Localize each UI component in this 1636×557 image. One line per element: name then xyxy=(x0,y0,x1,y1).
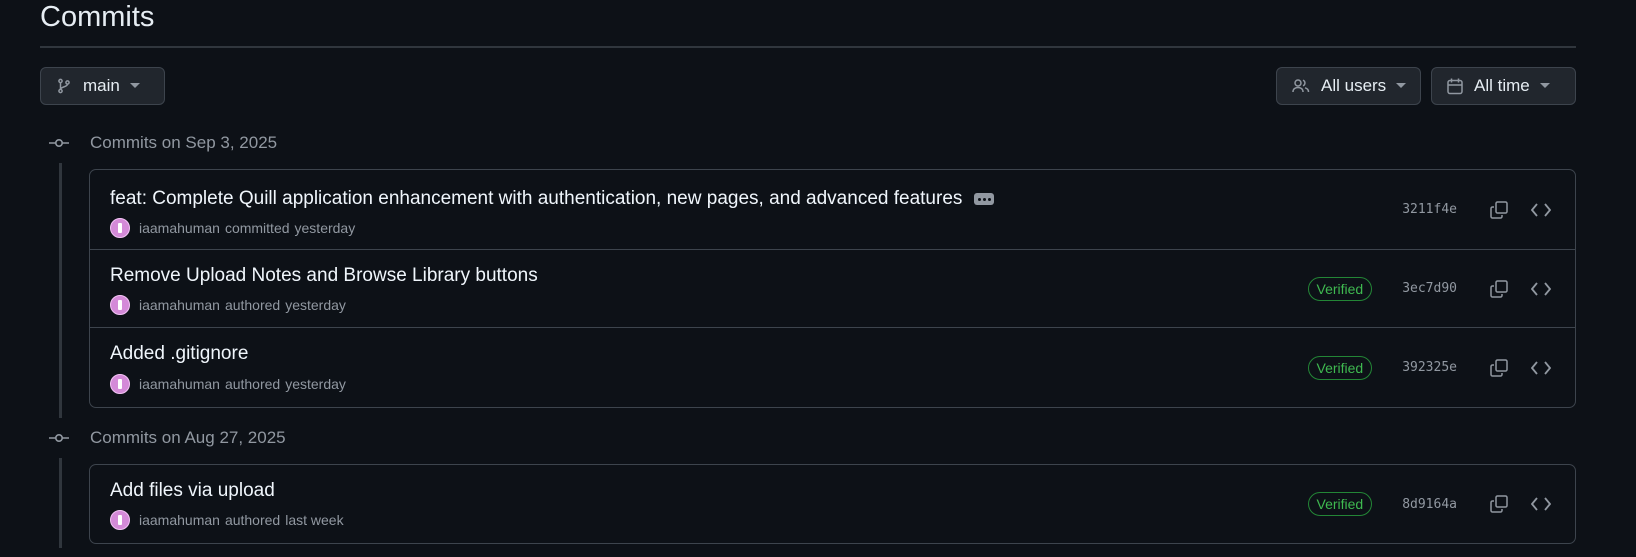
chevron-down-icon xyxy=(129,83,140,89)
commit-list: feat: Complete Quill application enhance… xyxy=(89,169,1576,408)
commit-time: yesterday xyxy=(294,220,356,236)
code-icon[interactable] xyxy=(1525,488,1557,520)
commit-icon xyxy=(49,138,71,148)
page-title: Commits xyxy=(40,1,155,33)
time-filter-button[interactable]: All time xyxy=(1431,67,1576,105)
commit-time: last week xyxy=(285,512,344,528)
git-branch-icon xyxy=(56,78,72,94)
commit-group-date: Commits on Aug 27, 2025 xyxy=(90,428,286,447)
commit-row[interactable]: Added .gitignore iaamahuman authored yes… xyxy=(90,327,1575,407)
commit-author[interactable]: iaamahuman xyxy=(139,512,220,528)
avatar[interactable] xyxy=(110,510,130,530)
commit-message[interactable]: feat: Complete Quill application enhance… xyxy=(110,188,962,210)
commit-message-row: feat: Complete Quill application enhance… xyxy=(110,188,995,210)
commit-sha[interactable]: 3ec7d90 xyxy=(1402,281,1457,296)
people-icon xyxy=(1292,78,1310,94)
commit-actions: Verified 8d9164a xyxy=(1307,465,1558,543)
copy-icon[interactable] xyxy=(1483,194,1515,226)
copy-icon[interactable] xyxy=(1483,488,1515,520)
verified-badge[interactable]: Verified xyxy=(1307,276,1373,301)
users-filter-button[interactable]: All users xyxy=(1276,67,1421,105)
commit-actions: 3211f4e xyxy=(1402,170,1557,249)
commit-group-header: Commits on Sep 3, 2025 xyxy=(49,131,277,155)
commit-author[interactable]: iaamahuman xyxy=(139,376,220,392)
commit-meta: iaamahuman authored yesterday xyxy=(110,374,346,394)
branch-select-button[interactable]: main xyxy=(40,67,165,105)
commit-meta: iaamahuman authored last week xyxy=(110,510,344,530)
commit-action: authored xyxy=(224,297,281,313)
commit-row[interactable]: Remove Upload Notes and Browse Library b… xyxy=(90,249,1575,327)
avatar[interactable] xyxy=(110,218,130,238)
commit-message-row: Add files via upload xyxy=(110,480,275,502)
commit-author[interactable]: iaamahuman xyxy=(139,297,220,313)
commit-time: yesterday xyxy=(285,297,346,313)
code-icon[interactable] xyxy=(1525,352,1557,384)
commit-row[interactable]: feat: Complete Quill application enhance… xyxy=(90,170,1575,249)
commit-time: yesterday xyxy=(285,376,346,392)
commit-message-row: Remove Upload Notes and Browse Library b… xyxy=(110,265,538,287)
commit-row[interactable]: Add files via upload iaamahuman authored… xyxy=(90,465,1575,543)
verified-badge[interactable]: Verified xyxy=(1307,355,1373,380)
code-icon[interactable] xyxy=(1525,273,1557,305)
commit-message[interactable]: Add files via upload xyxy=(110,480,275,502)
avatar[interactable] xyxy=(110,295,130,315)
branch-select-label: main xyxy=(83,76,120,95)
copy-icon[interactable] xyxy=(1483,273,1515,305)
timeline-line xyxy=(59,163,62,418)
commit-meta: iaamahuman committed yesterday xyxy=(110,218,355,238)
commit-sha[interactable]: 3211f4e xyxy=(1402,202,1457,217)
commit-message[interactable]: Added .gitignore xyxy=(110,343,248,365)
commit-sha[interactable]: 8d9164a xyxy=(1402,497,1457,512)
commit-group-header: Commits on Aug 27, 2025 xyxy=(49,426,286,450)
commit-action: authored xyxy=(224,512,281,528)
commit-author[interactable]: iaamahuman xyxy=(139,220,220,236)
calendar-icon xyxy=(1447,78,1463,95)
commit-action: committed xyxy=(224,220,290,236)
commit-list: Add files via upload iaamahuman authored… xyxy=(89,464,1576,544)
commit-message[interactable]: Remove Upload Notes and Browse Library b… xyxy=(110,265,538,287)
code-icon[interactable] xyxy=(1525,194,1557,226)
commit-message-row: Added .gitignore xyxy=(110,343,248,365)
chevron-down-icon xyxy=(1539,83,1550,89)
commit-sha[interactable]: 392325e xyxy=(1402,360,1457,375)
verified-badge[interactable]: Verified xyxy=(1307,492,1373,516)
commit-actions: Verified 392325e xyxy=(1307,328,1558,407)
timeline-line xyxy=(59,458,62,548)
commit-group-date: Commits on Sep 3, 2025 xyxy=(90,133,278,152)
avatar[interactable] xyxy=(110,374,130,394)
title-divider xyxy=(40,46,1576,48)
commit-icon xyxy=(49,433,71,443)
commit-actions: Verified 3ec7d90 xyxy=(1307,250,1558,327)
users-filter-label: All users xyxy=(1321,76,1387,95)
time-filter-label: All time xyxy=(1474,76,1530,95)
commits-page: Commits main All users All time Commits … xyxy=(0,0,1636,557)
commit-action: authored xyxy=(224,376,281,392)
chevron-down-icon xyxy=(1396,83,1407,89)
expand-message-icon[interactable] xyxy=(974,193,995,205)
commit-meta: iaamahuman authored yesterday xyxy=(110,295,346,315)
copy-icon[interactable] xyxy=(1483,352,1515,384)
